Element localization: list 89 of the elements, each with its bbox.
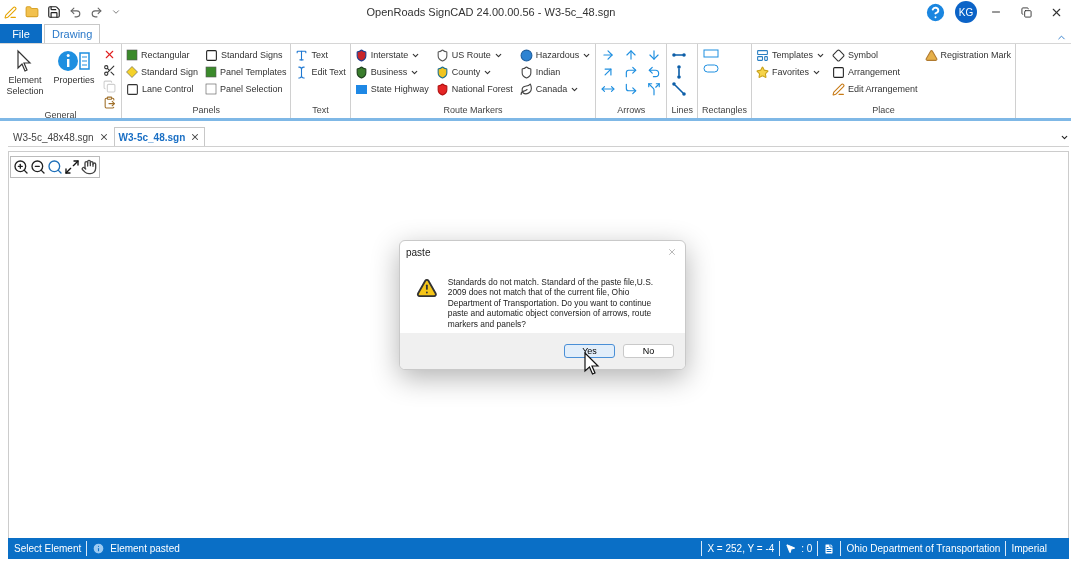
square-icon	[831, 65, 845, 79]
zoom-out-icon	[30, 159, 46, 175]
ribbon-button[interactable]: Standard Sign	[126, 64, 199, 80]
status-message: Element pasted	[110, 543, 180, 554]
close-icon	[667, 247, 677, 257]
pointer-icon	[785, 543, 797, 554]
ribbon-button[interactable]: National Forest	[435, 81, 513, 97]
ribbon-button[interactable]: Registration Mark	[924, 47, 1012, 63]
triangle-icon	[924, 48, 938, 62]
caret-icon	[111, 7, 121, 17]
group-label: Lines	[671, 105, 693, 117]
ribbon-button[interactable]: Symbol	[831, 47, 918, 63]
star-icon	[755, 65, 769, 79]
user-avatar[interactable]: KG	[955, 1, 977, 23]
ribbon-button[interactable]: Interstate	[354, 47, 429, 63]
close-icon[interactable]	[190, 132, 201, 142]
document-tab[interactable]: W3-5c_48.sgn	[113, 127, 206, 146]
ribbon-button[interactable]: Text	[295, 47, 346, 63]
status-standard: Ohio Department of Transportation	[846, 543, 1001, 554]
info-card-icon	[57, 49, 91, 73]
document-icon	[823, 542, 836, 555]
info-icon	[92, 542, 106, 555]
window-title: OpenRoads SignCAD 24.00.00.56 - W3-5c_48.sgn	[365, 6, 617, 18]
template-icon	[755, 48, 769, 62]
group-label: Route Markers	[442, 105, 504, 117]
shield-icon	[435, 82, 449, 96]
dialog-message: Standards do not match. Standard of the paste file,U.S. 2009 does not match that of the current file, Ohio Department of Transportation. Do you want to continue paste and automatic object conversion of arrows, route markers and panels?	[447, 277, 655, 331]
leaf-icon	[519, 82, 533, 96]
warning-icon	[416, 277, 438, 299]
redo-icon	[90, 5, 103, 19]
close-icon[interactable]	[98, 132, 109, 142]
dialog-button[interactable]: Yes	[564, 344, 615, 358]
ribbon-button[interactable]: US Route	[435, 47, 513, 63]
ribbon-button[interactable]: Hazardous	[519, 47, 592, 63]
ribbon-button[interactable]: Indian	[519, 64, 592, 80]
dialog-title: paste	[406, 246, 431, 258]
status-units: Imperial	[1011, 543, 1047, 554]
app-logo-icon	[4, 5, 17, 19]
ribbon-tab[interactable]: Drawing	[44, 24, 101, 43]
square-icon	[126, 82, 139, 96]
ribbon-button[interactable]: County	[435, 64, 513, 80]
ribbon-tab[interactable]: File	[0, 24, 42, 43]
shield-icon	[435, 48, 449, 62]
tab-menu-icon[interactable]	[1060, 133, 1069, 142]
fit-view-icon	[64, 159, 80, 175]
save-icon	[47, 5, 61, 19]
square-icon	[205, 83, 218, 95]
square-icon	[205, 66, 218, 78]
dialog-button[interactable]: No	[623, 344, 674, 358]
status-selection-count: : 0	[801, 543, 813, 554]
group-label: Panels	[191, 105, 221, 117]
ribbon-button[interactable]: Edit Text	[295, 64, 346, 80]
zoom-in-icon	[13, 159, 29, 175]
ribbon-button[interactable]: Lane Control	[126, 81, 199, 97]
group-label: Place	[871, 105, 896, 117]
ribbon-button[interactable]: Business	[354, 64, 429, 80]
diamond-icon	[126, 66, 138, 78]
ribbon-button[interactable]: Properties	[53, 47, 95, 88]
circle-icon	[519, 48, 533, 62]
ribbon-button[interactable]: Favorites	[755, 64, 825, 80]
zoom-window-icon	[47, 159, 63, 175]
ribbon-button[interactable]: State Highway	[354, 81, 429, 97]
group-label: General	[43, 110, 78, 120]
shield-icon	[354, 48, 368, 62]
group-label: Rectangles	[701, 105, 747, 117]
shield-icon	[435, 65, 449, 79]
shield-icon	[354, 65, 368, 79]
ribbon-button[interactable]: Arrangement	[831, 64, 918, 80]
undo-icon	[69, 5, 82, 19]
hand-icon	[81, 159, 97, 175]
square-icon	[126, 49, 138, 61]
ribbon-button[interactable]: Panel Selection	[205, 81, 287, 97]
pen-icon	[831, 82, 845, 96]
folder-icon	[25, 5, 39, 19]
ribbon-button[interactable]: Canada	[519, 81, 592, 97]
diamond-icon	[831, 48, 845, 62]
ribbon-button[interactable]: Standard Signs	[205, 47, 287, 63]
square-icon	[205, 48, 219, 62]
group-label: Arrows	[616, 105, 647, 117]
ribbon-button[interactable]: Element Selection	[4, 47, 46, 99]
status-mode: Select Element	[14, 543, 82, 554]
group-label: Text	[311, 105, 330, 117]
shield-icon	[519, 65, 533, 79]
ribbon-button[interactable]: Templates	[755, 47, 825, 63]
ribbon-button[interactable]: Rectangular	[126, 47, 199, 63]
ribbon-button[interactable]: Edit Arrangement	[831, 81, 918, 97]
status-coordinates: X = 252, Y = -4	[707, 543, 775, 554]
text-icon	[295, 48, 309, 62]
ribbon-button[interactable]: Panel Templates	[205, 64, 287, 80]
